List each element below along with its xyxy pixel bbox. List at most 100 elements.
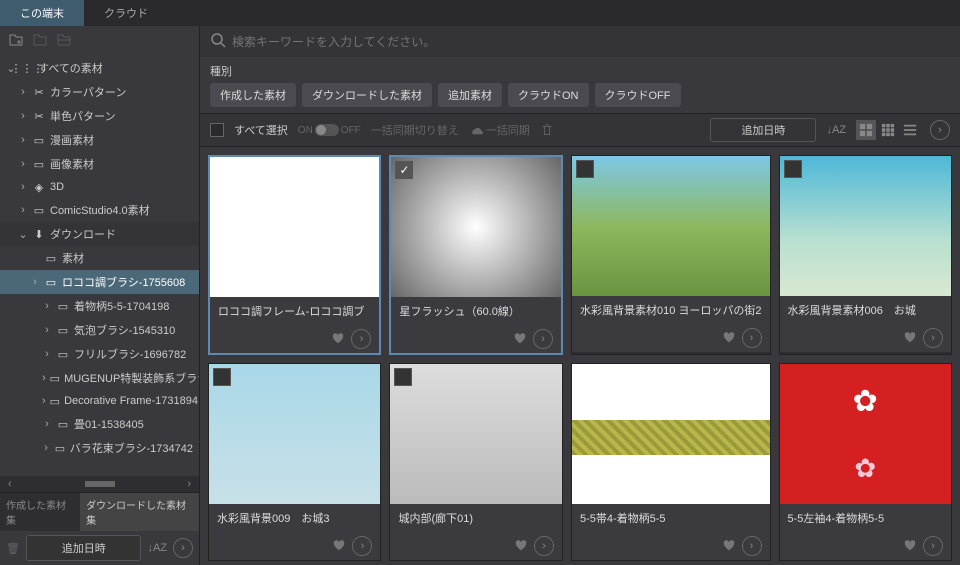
tree-item[interactable]: ▭ 素材 bbox=[0, 246, 199, 270]
folder-icon: ▭ bbox=[44, 251, 58, 265]
view-list-icon[interactable] bbox=[900, 120, 920, 140]
tree-item[interactable]: ›▭畳01-1538405 bbox=[0, 412, 199, 436]
sort-az-icon[interactable]: ↓AZ bbox=[826, 124, 846, 136]
tree-root[interactable]: ⌄⋮⋮⋮すべての素材 bbox=[0, 56, 199, 80]
sync-on-toggle[interactable]: ONOFF bbox=[298, 124, 361, 136]
tree-item[interactable]: ›▭バラ花束ブラシ-1734742 bbox=[0, 436, 199, 460]
card-title: 水彩風背景素材006 お城 bbox=[780, 296, 951, 324]
material-card[interactable]: 星フラッシュ（60.0線） › bbox=[389, 155, 562, 355]
tree-item[interactable]: ›▭漫画素材 bbox=[0, 128, 199, 152]
collection-tab-downloaded[interactable]: ダウンロードした素材集 bbox=[80, 493, 199, 531]
collection-tab-created[interactable]: 作成した素材集 bbox=[0, 493, 80, 531]
tab-local[interactable]: この端末 bbox=[0, 0, 84, 26]
filter-chip[interactable]: 作成した素材 bbox=[210, 83, 296, 107]
tree-item[interactable]: ›▭画像素材 bbox=[0, 152, 199, 176]
detail-icon[interactable]: › bbox=[352, 536, 372, 556]
filter-chip[interactable]: ダウンロードした素材 bbox=[302, 83, 432, 107]
scroll-right-icon[interactable]: › bbox=[183, 478, 195, 490]
card-checkbox[interactable] bbox=[576, 160, 594, 178]
tree-label: ダウンロード bbox=[50, 226, 116, 242]
horizontal-scroll[interactable]: ‹ › bbox=[0, 476, 199, 492]
tree-item-download[interactable]: ⌄⬇ダウンロード bbox=[0, 222, 199, 246]
detail-icon[interactable]: › bbox=[742, 536, 762, 556]
folder-icon: ▭ bbox=[44, 275, 58, 289]
tree-item[interactable]: ›▭気泡ブラシ-1545310 bbox=[0, 318, 199, 342]
trash-icon[interactable] bbox=[540, 123, 554, 137]
tree-label: ComicStudio4.0素材 bbox=[50, 202, 150, 218]
card-checkbox[interactable] bbox=[784, 160, 802, 178]
favorite-icon[interactable] bbox=[722, 538, 736, 555]
tree-item-selected[interactable]: ›▭ロココ調ブラシ-1755608 bbox=[0, 270, 199, 294]
favorite-icon[interactable] bbox=[513, 331, 527, 348]
scroll-left-icon[interactable]: ‹ bbox=[4, 478, 16, 490]
card-thumbnail bbox=[209, 364, 380, 504]
tab-cloud[interactable]: クラウド bbox=[84, 0, 168, 26]
search-input[interactable] bbox=[232, 35, 950, 49]
view-large-icon[interactable] bbox=[856, 120, 876, 140]
tree-label: バラ花束ブラシ-1734742 bbox=[70, 440, 193, 456]
card-checkbox[interactable] bbox=[394, 368, 412, 386]
material-card[interactable]: 5-5帯4-着物柄5-5 › bbox=[571, 363, 771, 561]
detail-icon[interactable]: › bbox=[742, 328, 762, 348]
content-panel: 種別 作成した素材 ダウンロードした素材 追加素材 クラウドON クラウドOFF… bbox=[200, 26, 960, 565]
material-card[interactable]: 城内部(廊下01) › bbox=[389, 363, 562, 561]
detail-icon[interactable]: › bbox=[923, 536, 943, 556]
favorite-icon[interactable] bbox=[903, 330, 917, 347]
sidebar-sort-button[interactable]: 追加日時 bbox=[26, 535, 141, 561]
card-title: 城内部(廊下01) bbox=[390, 504, 561, 532]
folder-icon: ▭ bbox=[32, 133, 46, 147]
favorite-icon[interactable] bbox=[903, 538, 917, 555]
next-icon[interactable]: › bbox=[173, 538, 193, 558]
tree-label: 素材 bbox=[62, 250, 84, 266]
detail-icon[interactable]: › bbox=[534, 536, 554, 556]
folder-icon: ▭ bbox=[54, 441, 66, 455]
folder-open-icon[interactable] bbox=[56, 32, 72, 51]
view-grid-icon[interactable] bbox=[878, 120, 898, 140]
next-page-icon[interactable]: › bbox=[930, 120, 950, 140]
tree-item[interactable]: ›◈3D bbox=[0, 176, 199, 198]
search-icon[interactable] bbox=[210, 32, 226, 51]
material-card[interactable]: 水彩風背景009 お城3 › bbox=[208, 363, 381, 561]
grid-toolbar: すべて選択 ONOFF 一括同期切り替え 一括同期 追加日時 ↓AZ › bbox=[200, 113, 960, 147]
tree-label: フリルブラシ-1696782 bbox=[74, 346, 186, 362]
tree-item[interactable]: ›▭着物柄5-5-1704198 bbox=[0, 294, 199, 318]
detail-icon[interactable]: › bbox=[351, 329, 371, 349]
filter-chip[interactable]: クラウドOFF bbox=[595, 83, 681, 107]
sort-az-icon[interactable]: ↓AZ bbox=[147, 542, 167, 554]
sort-dropdown[interactable]: 追加日時 bbox=[710, 118, 816, 142]
folder-icon: ▭ bbox=[56, 347, 70, 361]
tree-label: カラーパターン bbox=[50, 84, 126, 100]
card-title: 水彩風背景素材010 ヨーロッパの街2 bbox=[572, 296, 770, 324]
tree-item[interactable]: ›✂カラーパターン bbox=[0, 80, 199, 104]
scroll-thumb[interactable] bbox=[85, 481, 115, 487]
folder-icon[interactable] bbox=[32, 32, 48, 51]
favorite-icon[interactable] bbox=[722, 330, 736, 347]
tree-item[interactable]: ›▭MUGENUP特製装飾系ブラシ bbox=[0, 366, 199, 390]
detail-icon[interactable]: › bbox=[533, 329, 553, 349]
detail-icon[interactable]: › bbox=[923, 328, 943, 348]
select-all-checkbox[interactable] bbox=[210, 123, 224, 137]
favorite-icon[interactable] bbox=[514, 538, 528, 555]
filter-chip[interactable]: クラウドON bbox=[508, 83, 589, 107]
favorite-icon[interactable] bbox=[332, 538, 346, 555]
card-checkbox[interactable] bbox=[213, 368, 231, 386]
material-card[interactable]: 水彩風背景素材006 お城 › bbox=[779, 155, 952, 355]
tree-item[interactable]: ›▭Decorative Frame-1731894 bbox=[0, 390, 199, 412]
material-card[interactable]: 水彩風背景素材010 ヨーロッパの街2 › bbox=[571, 155, 771, 355]
new-folder-icon[interactable] bbox=[8, 32, 24, 51]
cloud-sync-icon[interactable]: 一括同期 bbox=[469, 122, 530, 138]
tree-label: 3D bbox=[50, 181, 64, 193]
material-card[interactable]: ロココ調フレーム-ロココ調ブ › bbox=[208, 155, 381, 355]
card-checkbox[interactable] bbox=[395, 161, 413, 179]
card-footer: › bbox=[780, 532, 951, 560]
favorite-icon[interactable] bbox=[331, 331, 345, 348]
trash-icon[interactable]: 🗑 bbox=[6, 542, 20, 555]
sidebar: ⌄⋮⋮⋮すべての素材 ›✂カラーパターン ›✂単色パターン ›▭漫画素材 ›▭画… bbox=[0, 26, 200, 565]
grid-icon: ⋮⋮⋮ bbox=[20, 61, 34, 75]
tree-item[interactable]: ›✂単色パターン bbox=[0, 104, 199, 128]
filter-chip[interactable]: 追加素材 bbox=[438, 83, 502, 107]
tree-item[interactable]: ›▭フリルブラシ-1696782 bbox=[0, 342, 199, 366]
tree-item[interactable]: ›▭ComicStudio4.0素材 bbox=[0, 198, 199, 222]
sync-toggle-label: 一括同期切り替え bbox=[371, 122, 459, 138]
material-card[interactable]: 5-5左袖4-着物柄5-5 › bbox=[779, 363, 952, 561]
